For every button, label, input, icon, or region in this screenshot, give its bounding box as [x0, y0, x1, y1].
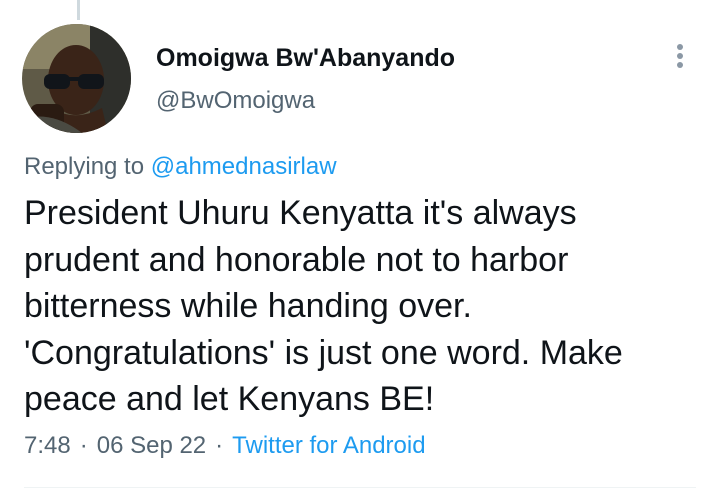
tweet-time: 7:48 — [24, 432, 71, 459]
tweet-date: 06 Sep 22 — [96, 432, 207, 459]
replying-to-line: Replying to @ahmednasirlaw — [24, 153, 337, 181]
tweet-source-link[interactable]: Twitter for Android — [232, 432, 425, 459]
divider — [24, 487, 696, 488]
meta-separator: · — [79, 432, 88, 459]
author-handle[interactable]: @BwOmoigwa — [156, 87, 315, 115]
profile-photo-icon — [22, 24, 131, 133]
more-options-icon[interactable] — [664, 36, 696, 76]
meta-separator: · — [215, 432, 224, 459]
author-display-name[interactable]: Omoigwa Bw'Abanyando — [156, 44, 455, 73]
thread-connector-line — [77, 0, 80, 20]
avatar[interactable] — [22, 24, 131, 133]
reply-mention-link[interactable]: @ahmednasirlaw — [151, 153, 337, 180]
tweet-text: President Uhuru Kenyatta it's always pru… — [24, 194, 623, 418]
replying-to-label: Replying to — [24, 153, 145, 180]
tweet-metadata: 7:48 · 06 Sep 22 · Twitter for Android — [24, 432, 426, 460]
